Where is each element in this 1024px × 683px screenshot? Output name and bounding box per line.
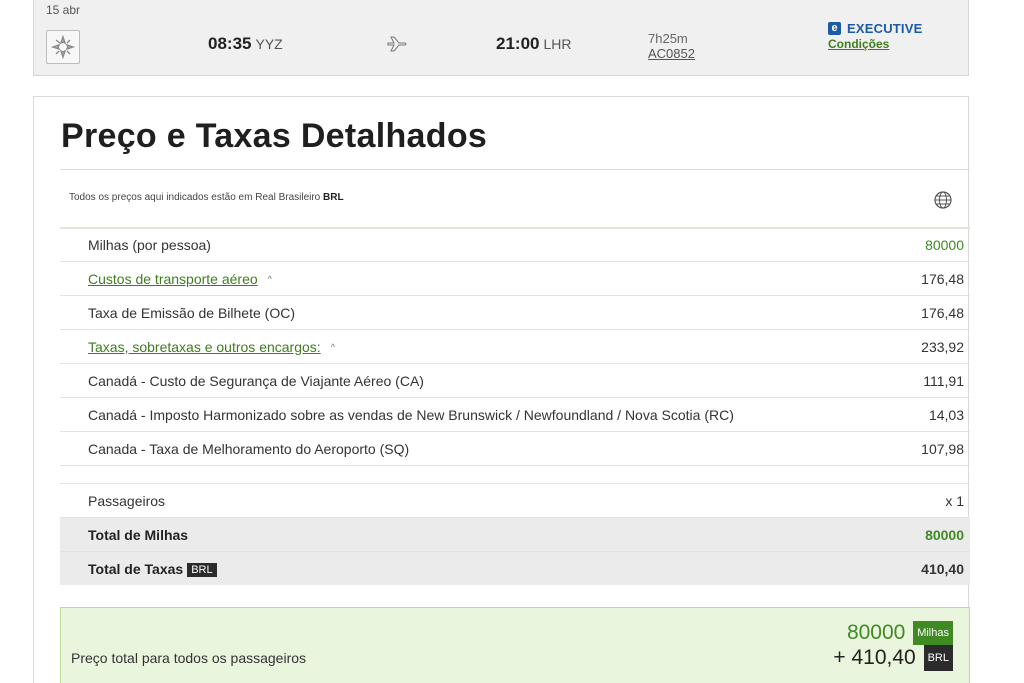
row-air-transport-costs[interactable]: Custos de transporte aéreo ^ 176,48 — [60, 261, 970, 295]
price-details-panel: Preço e Taxas Detalhados Todos os preços… — [33, 96, 970, 683]
row-value: 80000 — [925, 237, 964, 253]
arrival-airport: LHR — [543, 36, 572, 52]
price-table: Milhas (por pessoa) 80000 Custos de tran… — [60, 227, 970, 585]
caret-up-icon[interactable]: ^ — [268, 274, 272, 284]
grand-total-box: Preço total para todos os passageiros 80… — [60, 607, 970, 683]
row-label: Taxa de Emissão de Bilhete (OC) — [88, 304, 295, 321]
flight-date: 15 abr — [46, 3, 81, 17]
row-miles-per-person: Milhas (por pessoa) 80000 — [60, 227, 970, 261]
grand-total-values: 80000 Milhas + 410,40 BRL — [833, 621, 953, 671]
executive-badge-icon: e — [828, 22, 841, 35]
row-value: 176,48 — [921, 270, 964, 287]
row-label: Passageiros — [88, 492, 166, 509]
caret-up-icon[interactable]: ^ — [331, 342, 335, 352]
cabin-class: EXECUTIVE — [847, 21, 923, 36]
grand-total-label: Preço total para todos os passageiros — [71, 650, 307, 666]
departure-time: 08:35 — [208, 34, 252, 53]
row-label: Total de Milhas — [88, 526, 189, 543]
row-value: 176,48 — [921, 304, 964, 321]
row-label: Canada - Taxa de Melhoramento do Aeropor… — [88, 440, 410, 457]
currency-note: Todos os preços aqui indicados estão em … — [69, 192, 344, 203]
row-tax-ca: Canadá - Custo de Segurança de Viajante … — [60, 363, 970, 397]
grand-total-miles: 80000 — [846, 621, 906, 644]
row-taxes-surcharges[interactable]: Taxas, sobretaxas e outros encargos: ^ 23… — [60, 329, 970, 363]
airline-logo-icon — [46, 30, 80, 64]
divider — [60, 169, 970, 170]
row-label: Total de Taxas — [88, 560, 184, 577]
row-value: 233,92 — [921, 338, 964, 355]
row-label: Canadá - Imposto Harmonizado sobre as ve… — [88, 406, 734, 423]
flight-duration: 7h25m — [648, 31, 688, 46]
row-tax-rc: Canadá - Imposto Harmonizado sobre as ve… — [60, 397, 970, 431]
conditions-link[interactable]: Condições — [828, 37, 922, 51]
row-value: 107,98 — [921, 440, 964, 457]
row-value: x 1 — [945, 492, 964, 509]
row-value: 111,91 — [923, 372, 964, 389]
flight-duration-block: 7h25m AC0852 — [648, 31, 695, 61]
departure: 08:35 YYZ — [208, 34, 283, 54]
row-ticket-fee: Taxa de Emissão de Bilhete (OC) 176,48 — [60, 295, 970, 329]
row-passengers: Passageiros x 1 — [60, 483, 970, 517]
row-value: 80000 — [925, 526, 964, 543]
globe-money-icon[interactable] — [932, 189, 954, 211]
arrival: 21:00 LHR — [496, 34, 572, 54]
row-value: 410,40 — [921, 560, 964, 577]
divider — [60, 465, 970, 483]
plane-icon — [386, 34, 408, 54]
row-total-miles: Total de Milhas 80000 — [60, 517, 970, 551]
currency-tag: BRL — [187, 562, 217, 577]
air-transport-costs-toggle[interactable]: Custos de transporte aéreo — [88, 271, 258, 287]
currency-note-text: Todos os preços aqui indicados estão em … — [69, 192, 321, 203]
arrival-time: 21:00 — [496, 34, 540, 53]
grand-total-taxes: + 410,40 — [833, 646, 916, 669]
flight-summary-card: 15 abr 08:35 YYZ 21:00 LHR 7h25m AC0852 e … — [33, 0, 969, 76]
row-total-taxes: Total de Taxas BRL 410,40 — [60, 551, 970, 585]
taxes-surcharges-toggle[interactable]: Taxas, sobretaxas e outros encargos: — [88, 339, 321, 355]
currency-code: BRL — [323, 192, 344, 203]
page-title: Preço e Taxas Detalhados — [61, 117, 488, 155]
brl-unit-badge: BRL — [923, 645, 953, 671]
row-tax-sq: Canada - Taxa de Melhoramento do Aeropor… — [60, 431, 970, 465]
grand-total-miles-line: 80000 Milhas — [833, 621, 953, 645]
row-label: Canadá - Custo de Segurança de Viajante … — [88, 372, 424, 389]
grand-total-taxes-line: + 410,40 BRL — [833, 645, 953, 671]
row-value: 14,03 — [928, 406, 964, 423]
cabin-block: e EXECUTIVE Condições — [828, 21, 922, 51]
row-label: Milhas (por pessoa) — [88, 237, 211, 253]
departure-airport: YYZ — [255, 36, 283, 52]
miles-unit-badge: Milhas — [913, 621, 953, 645]
flight-number-link[interactable]: AC0852 — [648, 46, 695, 61]
